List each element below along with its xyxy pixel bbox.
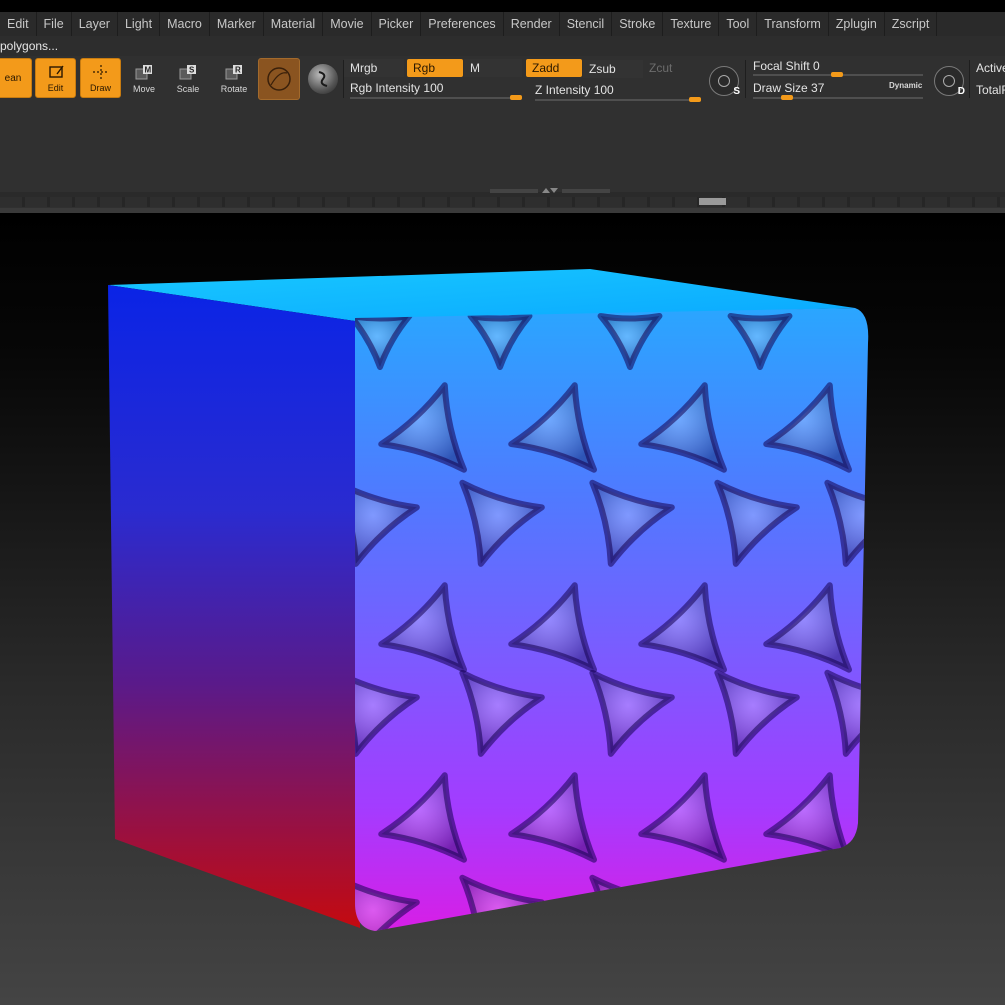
zcut-label: Zcut — [649, 61, 673, 75]
draw-label: Draw — [89, 83, 111, 93]
menu-edit[interactable]: Edit — [0, 12, 37, 36]
brush-icon — [318, 71, 328, 87]
top-shelf: ean Edit Draw M Move S Scale R Rotate Mr… — [0, 56, 1005, 210]
move-button[interactable]: M Move — [126, 58, 162, 98]
separator — [745, 60, 746, 98]
rgb-intensity-track[interactable] — [350, 97, 522, 99]
menu-render[interactable]: Render — [504, 12, 560, 36]
lightbox-button[interactable]: ean — [0, 58, 32, 98]
total-points-label: TotalF — [976, 83, 1005, 97]
mrgb-button[interactable]: Mrgb — [344, 59, 404, 77]
separator — [969, 60, 970, 98]
rgb-intensity-value: 100 — [423, 81, 444, 95]
draw-icon — [81, 65, 120, 81]
focal-shift-slider[interactable]: Focal Shift 0 — [753, 59, 820, 73]
target-icon — [943, 75, 955, 87]
brush-sphere-button[interactable] — [308, 64, 338, 94]
dynamic-toggle[interactable]: Dynamic — [889, 81, 922, 90]
menu-material[interactable]: Material — [264, 12, 324, 36]
canvas-viewport[interactable] — [0, 213, 1005, 1005]
draw-button[interactable]: Draw — [80, 58, 121, 98]
z-intensity-knob[interactable] — [689, 97, 701, 102]
z-intensity-value: 100 — [593, 83, 614, 97]
s-round-button[interactable]: S — [709, 66, 740, 97]
menu-bar: Edit File Layer Light Macro Marker Material Mov… — [0, 12, 1005, 36]
menu-zplugin[interactable]: Zplugin — [829, 12, 885, 36]
svg-text:M: M — [145, 66, 152, 75]
focal-shift-label: Focal Shift — [753, 59, 810, 73]
material-sphere-icon — [267, 67, 291, 91]
menu-zscript[interactable]: Zscript — [885, 12, 938, 36]
zadd-label: Zadd — [532, 61, 560, 75]
rgb-label: Rgb — [413, 61, 436, 75]
menu-transform[interactable]: Transform — [757, 12, 829, 36]
lightbox-label: ean — [4, 73, 22, 84]
palette-dock-strip — [0, 197, 1005, 207]
scale-label: Scale — [176, 84, 200, 94]
menu-stroke[interactable]: Stroke — [612, 12, 664, 36]
rotate-icon: R — [215, 64, 253, 82]
menu-file[interactable]: File — [37, 12, 72, 36]
rgb-intensity-knob[interactable] — [510, 95, 522, 100]
d-letter: D — [957, 86, 965, 97]
sculpt-lobe — [589, 874, 675, 931]
status-bar: polygons... — [0, 36, 1005, 56]
menu-macro[interactable]: Macro — [160, 12, 210, 36]
rgb-intensity-slider[interactable]: Rgb Intensity 100 — [350, 81, 443, 95]
z-intensity-label: Z Intensity — [535, 83, 591, 97]
rotate-button[interactable]: R Rotate — [215, 58, 253, 98]
svg-text:R: R — [235, 66, 241, 75]
svg-text:S: S — [189, 66, 195, 75]
move-icon: M — [126, 64, 162, 82]
target-icon — [718, 75, 730, 87]
focal-shift-knob[interactable] — [831, 72, 843, 77]
status-text: polygons... — [0, 39, 59, 53]
rgb-button[interactable]: Rgb — [407, 59, 463, 77]
material-swatch-button[interactable] — [258, 58, 300, 100]
menu-light[interactable]: Light — [118, 12, 161, 36]
menu-layer[interactable]: Layer — [72, 12, 118, 36]
zsub-label: Zsub — [589, 62, 616, 76]
move-label: Move — [132, 84, 155, 94]
edit-label: Edit — [47, 83, 64, 93]
scale-button[interactable]: S Scale — [170, 58, 206, 98]
collapse-handle[interactable] — [490, 188, 610, 194]
menu-movie[interactable]: Movie — [323, 12, 372, 36]
rgb-intensity-label: Rgb Intensity — [350, 81, 421, 95]
z-intensity-slider[interactable]: Z Intensity 100 — [535, 83, 614, 97]
zcut-button[interactable]: Zcut — [643, 59, 701, 77]
d-round-button[interactable]: D — [934, 66, 965, 97]
scroll-thumb[interactable] — [699, 198, 726, 205]
menu-tool[interactable]: Tool — [719, 12, 758, 36]
draw-size-label: Draw Size — [753, 81, 808, 95]
draw-size-track[interactable] — [753, 97, 923, 99]
menu-picker[interactable]: Picker — [372, 12, 422, 36]
edit-icon — [36, 65, 75, 81]
sculpt-lobe — [714, 874, 800, 931]
menu-preferences[interactable]: Preferences — [421, 12, 504, 36]
draw-size-slider[interactable]: Draw Size 37 — [753, 81, 824, 95]
scale-icon: S — [170, 64, 206, 82]
m-button[interactable]: M — [464, 59, 522, 77]
window-top-strip — [0, 0, 1005, 12]
draw-size-value: 37 — [811, 81, 825, 95]
active-points-label: Active — [976, 61, 1005, 75]
focal-shift-value: 0 — [813, 59, 820, 73]
zadd-button[interactable]: Zadd — [526, 59, 582, 77]
draw-size-knob[interactable] — [781, 95, 793, 100]
z-intensity-track[interactable] — [535, 99, 701, 101]
zsub-button[interactable]: Zsub — [583, 60, 643, 78]
edit-button[interactable]: Edit — [35, 58, 76, 98]
s-letter: S — [733, 86, 740, 97]
sculpted-cube — [108, 269, 869, 931]
sculpt-lobe — [824, 874, 869, 931]
rotate-label: Rotate — [220, 84, 248, 94]
m-label: M — [470, 61, 480, 75]
menu-marker[interactable]: Marker — [210, 12, 264, 36]
menu-texture[interactable]: Texture — [663, 12, 720, 36]
menu-stencil[interactable]: Stencil — [560, 12, 613, 36]
mrgb-label: Mrgb — [350, 61, 378, 75]
